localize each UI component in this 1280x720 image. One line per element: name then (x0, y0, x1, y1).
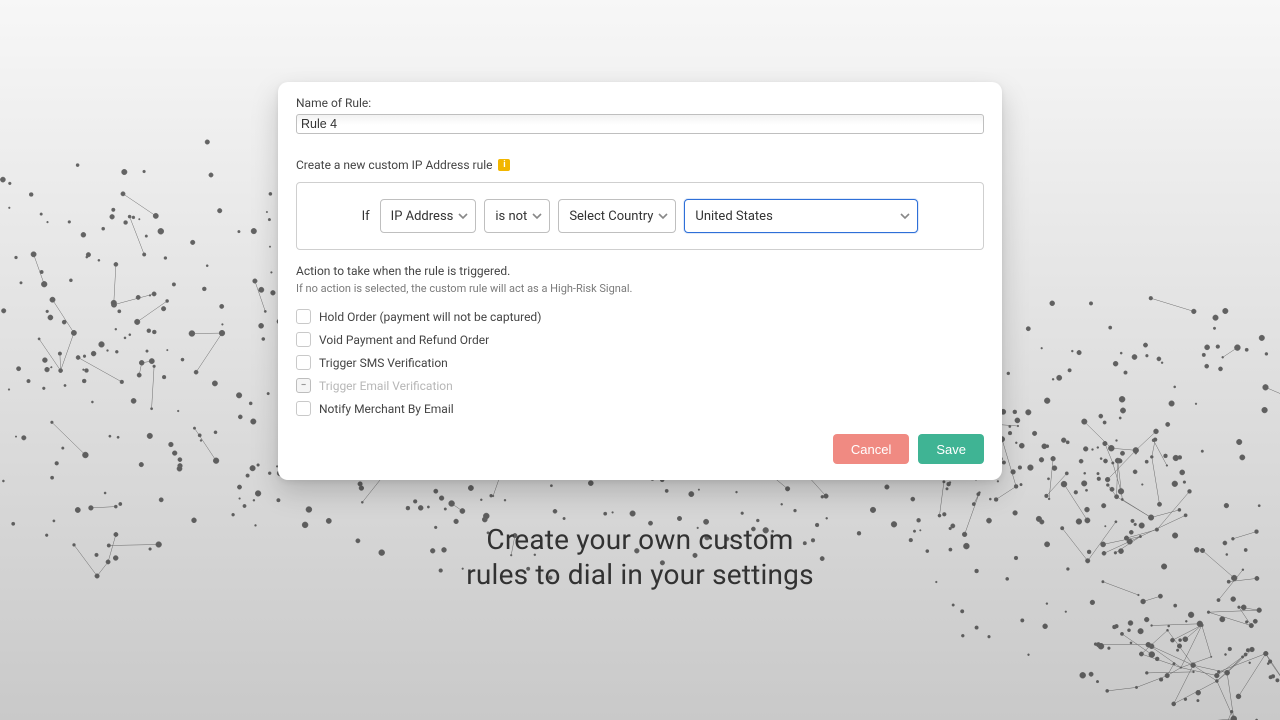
chevron-down-icon (458, 211, 468, 221)
action-subtext: If no action is selected, the custom rul… (296, 282, 984, 295)
checkbox-icon (296, 355, 311, 370)
action-void-refund-label: Void Payment and Refund Order (319, 333, 489, 347)
action-email-verify-row: Trigger Email Verification (296, 378, 984, 393)
name-of-rule-label: Name of Rule: (296, 96, 984, 110)
action-notify-merchant-row[interactable]: Notify Merchant By Email (296, 401, 984, 416)
rule-if-label: If (362, 209, 370, 224)
checkbox-icon (296, 309, 311, 324)
rule-operator-select[interactable]: is not (484, 199, 550, 233)
checkbox-icon (296, 401, 311, 416)
hero-tagline: Create your own custom rules to dial in … (0, 522, 1280, 592)
rule-scope-select[interactable]: Select Country (558, 199, 676, 233)
rule-field-value: IP Address (391, 209, 454, 224)
action-sms-verify-row[interactable]: Trigger SMS Verification (296, 355, 984, 370)
rule-value-text: United States (695, 209, 772, 224)
cancel-button[interactable]: Cancel (833, 434, 909, 464)
info-icon[interactable]: i (498, 159, 510, 171)
chevron-down-icon (532, 211, 542, 221)
rule-value-select[interactable]: United States (684, 199, 918, 233)
chevron-down-icon (900, 211, 910, 221)
action-void-refund-row[interactable]: Void Payment and Refund Order (296, 332, 984, 347)
action-email-verify-label: Trigger Email Verification (319, 379, 453, 393)
button-row: Cancel Save (296, 434, 984, 464)
rule-editor-card: Name of Rule: Create a new custom IP Add… (278, 82, 1002, 480)
action-notify-merchant-label: Notify Merchant By Email (319, 402, 454, 416)
rule-scope-value: Select Country (569, 209, 653, 224)
save-button[interactable]: Save (918, 434, 984, 464)
action-sms-verify-label: Trigger SMS Verification (319, 356, 448, 370)
action-hold-order-row[interactable]: Hold Order (payment will not be captured… (296, 309, 984, 324)
hero-line-2: rules to dial in your settings (0, 557, 1280, 592)
rule-name-input[interactable] (296, 114, 984, 134)
rule-field-select[interactable]: IP Address (380, 199, 477, 233)
ip-rule-subheading-text: Create a new custom IP Address rule (296, 158, 492, 172)
checkbox-icon (296, 332, 311, 347)
chevron-down-icon (658, 211, 668, 221)
action-heading: Action to take when the rule is triggere… (296, 264, 984, 278)
hero-line-1: Create your own custom (0, 522, 1280, 557)
rule-builder-row: If IP Address is not Select Country Unit… (296, 182, 984, 250)
action-hold-order-label: Hold Order (payment will not be captured… (319, 310, 541, 324)
action-checklist: Hold Order (payment will not be captured… (296, 309, 984, 416)
checkbox-indeterminate-icon (296, 378, 311, 393)
ip-rule-subheading: Create a new custom IP Address rule i (296, 158, 984, 172)
rule-operator-value: is not (495, 209, 527, 224)
